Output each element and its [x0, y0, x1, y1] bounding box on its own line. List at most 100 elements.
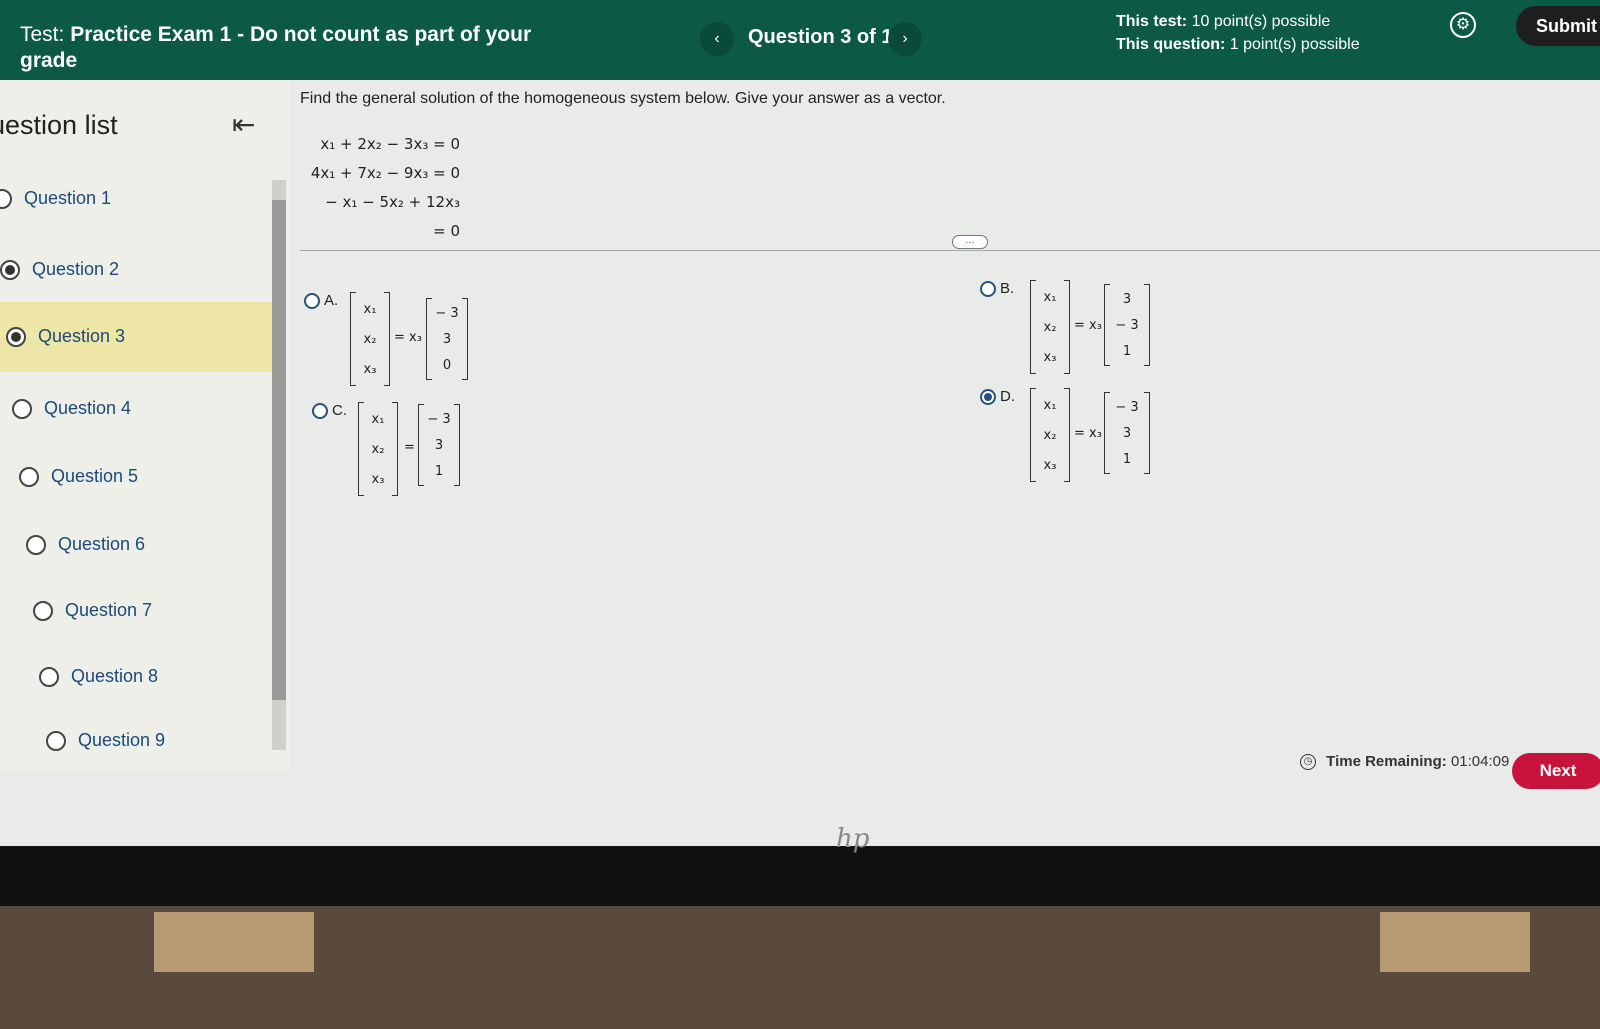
vector-entry: 3: [442, 331, 452, 347]
vector-entry: x₁: [1043, 289, 1057, 305]
collapse-sidebar-button[interactable]: ⇤: [232, 108, 255, 141]
vector-entry: x₃: [1043, 457, 1057, 473]
option-d-lhs-vector: x₁ x₂ x₃: [1030, 388, 1070, 482]
sidebar-item-question-2[interactable]: Question 2: [0, 235, 280, 303]
question-list-title: uestion list: [0, 110, 118, 140]
question-list-sidebar: uestion list ⇤ Question 1 Question 2 Que…: [0, 80, 290, 770]
question-points-value: 1 point(s) possible: [1229, 36, 1360, 53]
option-c-radio[interactable]: C.: [312, 402, 347, 420]
option-b-rhs-vector: 3 − 3 1: [1104, 284, 1150, 366]
points-info: This test: 10 point(s) possible This que…: [1116, 10, 1360, 56]
sidebar-item-question-4[interactable]: Question 4: [12, 374, 292, 442]
vector-entry: x₂: [1043, 319, 1057, 335]
status-radio-icon: [46, 731, 66, 752]
sidebar-item-label: Question 3: [38, 326, 126, 346]
option-c-rhs-vector: − 3 3 1: [418, 404, 460, 486]
sidebar-item-label: Question 4: [44, 398, 132, 418]
more-options-button[interactable]: …: [952, 235, 988, 249]
question-navigator: ‹ Question 3 of 10 ›: [700, 20, 940, 56]
hinge-left: [154, 912, 314, 972]
vector-entry: x₂: [363, 331, 377, 347]
option-d-label: D.: [1000, 388, 1015, 405]
chevron-right-icon: ›: [902, 30, 908, 47]
option-c-label: C.: [332, 402, 347, 419]
vector-entry: x₁: [363, 301, 377, 317]
radio-icon: [980, 281, 996, 298]
status-radio-icon: [12, 399, 32, 420]
previous-question-button[interactable]: ‹: [700, 22, 734, 56]
vector-entry: 3: [434, 437, 444, 453]
status-radio-icon: [0, 189, 12, 210]
question-counter: Question 3 of 10: [748, 26, 904, 48]
vector-entry: 3: [1122, 291, 1132, 307]
hinge-right: [1380, 912, 1530, 972]
screen-bezel: [0, 846, 1600, 906]
sidebar-scrollbar-thumb[interactable]: [272, 200, 286, 700]
vector-entry: x₁: [1043, 397, 1057, 413]
equation-1: x₁ + 2x₂ − 3x₃ = 0: [320, 135, 460, 153]
option-a-label: A.: [324, 292, 339, 309]
vector-entry: x₂: [1043, 427, 1057, 443]
test-title: Test: Practice Exam 1 - Do not count as …: [20, 22, 580, 74]
vector-entry: − 3: [1115, 317, 1139, 333]
vector-entry: x₃: [371, 471, 385, 487]
sidebar-item-question-6[interactable]: Question 6: [26, 510, 306, 578]
vector-entry: x₃: [363, 361, 377, 377]
option-a-rhs-vector: − 3 3 0: [426, 298, 468, 380]
vector-entry: x₁: [371, 411, 385, 427]
vector-entry: 0: [442, 357, 452, 373]
collapse-left-icon: ⇤: [232, 109, 256, 140]
question-prompt: Find the general solution of the homogen…: [300, 90, 946, 107]
equation-system: x₁ + 2x₂ − 3x₃ = 0 4x₁ + 7x₂ − 9x₃ = 0 −…: [310, 130, 460, 246]
option-a-lhs-vector: x₁ x₂ x₃: [350, 292, 390, 386]
option-b-equals: = x₃: [1074, 318, 1102, 333]
divider: [300, 250, 1600, 251]
sidebar-item-question-3[interactable]: Question 3: [0, 302, 272, 372]
option-d-rhs-vector: − 3 3 1: [1104, 392, 1150, 474]
option-d-equals: = x₃: [1074, 426, 1102, 441]
hp-logo: hp: [836, 824, 870, 854]
sidebar-item-question-7[interactable]: Question 7: [33, 576, 313, 644]
question-points-label: This question:: [1116, 36, 1226, 53]
radio-icon: [304, 293, 320, 310]
test-title-text: Practice Exam 1 - Do not count as part o…: [20, 23, 532, 72]
status-radio-icon: [0, 260, 20, 281]
submit-button[interactable]: Submit: [1516, 6, 1600, 46]
vector-entry: − 3: [435, 305, 459, 321]
test-label: Test:: [20, 23, 65, 46]
time-remaining-label: Time Remaining:: [1326, 753, 1447, 770]
question-panel: Find the general solution of the homogen…: [300, 80, 1600, 770]
status-radio-icon: [26, 535, 46, 556]
sidebar-item-label: Question 8: [71, 666, 159, 686]
gear-icon: ⚙: [1455, 16, 1471, 33]
next-button[interactable]: Next: [1512, 753, 1600, 789]
sidebar-item-label: Question 9: [78, 730, 166, 750]
vector-entry: − 3: [1115, 399, 1139, 415]
next-question-button[interactable]: ›: [888, 22, 922, 56]
vector-entry: 3: [1122, 425, 1132, 441]
equation-3: − x₁ − 5x₂ + 12x₃ = 0: [325, 193, 460, 240]
option-a-radio[interactable]: A.: [304, 292, 339, 310]
time-remaining-value: 01:04:09: [1450, 753, 1510, 770]
sidebar-item-label: Question 5: [51, 466, 139, 486]
option-b-label: B.: [1000, 280, 1015, 297]
settings-button[interactable]: ⚙: [1450, 12, 1476, 38]
option-a-equals: = x₃: [394, 330, 422, 345]
sidebar-item-label: Question 2: [32, 259, 120, 279]
time-remaining: ◷ Time Remaining: 01:04:09: [1300, 753, 1510, 771]
option-b-radio[interactable]: B.: [980, 280, 1015, 298]
status-radio-icon: [19, 467, 39, 488]
screen: Test: Practice Exam 1 - Do not count as …: [0, 0, 1600, 846]
radio-selected-icon: [980, 389, 996, 406]
option-d-radio[interactable]: D.: [980, 388, 1015, 406]
clock-icon: ◷: [1300, 754, 1316, 771]
vector-entry: x₂: [371, 441, 385, 457]
option-c-equals: =: [404, 440, 415, 455]
sidebar-item-label: Question 7: [65, 600, 153, 620]
status-radio-icon: [39, 667, 59, 688]
vector-entry: 1: [434, 463, 444, 479]
vector-entry: 1: [1122, 451, 1132, 467]
test-points-value: 10 point(s) possible: [1191, 13, 1331, 30]
sidebar-item-question-1[interactable]: Question 1: [0, 164, 272, 232]
sidebar-item-question-5[interactable]: Question 5: [19, 442, 299, 510]
